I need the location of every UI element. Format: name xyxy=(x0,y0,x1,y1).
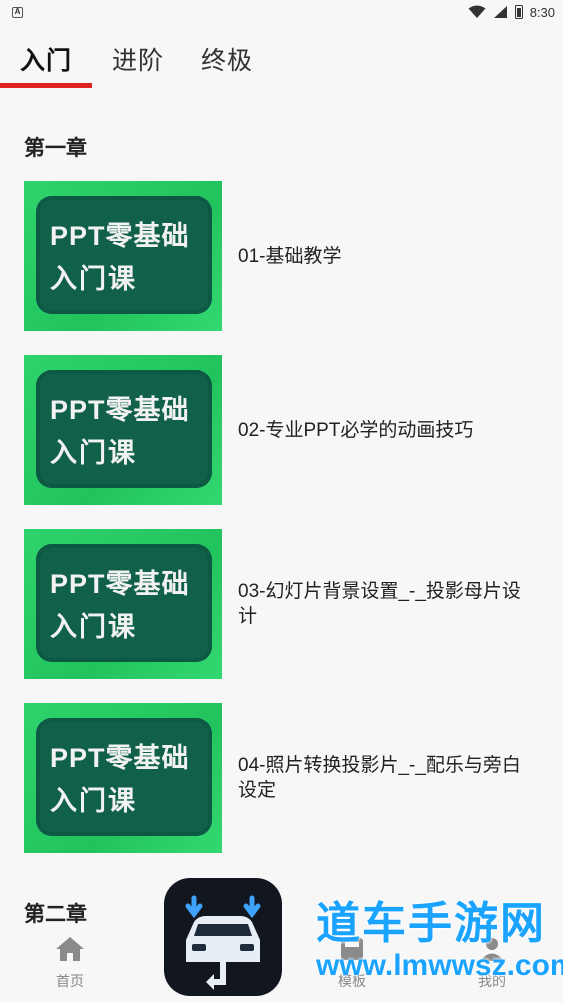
thumbnail-text: 入门课 xyxy=(50,264,137,294)
notification-icon: A xyxy=(12,6,23,18)
thumbnail-text: PPT零基础 xyxy=(50,395,190,425)
signal-icon xyxy=(493,6,507,18)
lesson-thumbnail: PPT零基础 入门课 xyxy=(24,181,222,331)
thumbnail-text: PPT零基础 xyxy=(50,221,190,251)
status-time: 8:30 xyxy=(529,4,555,20)
app-logo xyxy=(164,878,282,996)
chapter-title: 第二章 xyxy=(24,903,87,926)
wifi-icon xyxy=(468,5,486,18)
lesson-title: 02-专业PPT必学的动画技巧 xyxy=(238,419,474,441)
category-tabs: 入门 进阶 终极 xyxy=(0,30,563,88)
lesson-thumbnail: PPT零基础 入门课 xyxy=(24,529,222,679)
tab-intermediate[interactable]: 进阶 xyxy=(92,30,184,88)
thumbnail-text: 入门课 xyxy=(50,786,137,816)
lesson-title: 03-幻灯片背景设置_-_投影母片设计 xyxy=(238,581,521,627)
nav-home-label: 首页 xyxy=(56,973,84,989)
thumbnail-text: PPT零基础 xyxy=(50,569,190,599)
watermark: 道车手游网 www.lmwwsz.com xyxy=(316,900,563,992)
lesson-item[interactable]: PPT零基础 入门课 03-幻灯片背景设置_-_投影母片设计 xyxy=(24,529,544,679)
watermark-name: 道车手游网 xyxy=(316,899,546,948)
status-bar: A 8:30 xyxy=(0,0,563,24)
chapter-title: 第一章 xyxy=(24,137,87,160)
tab-advanced[interactable]: 终极 xyxy=(184,30,270,88)
thumbnail-text: 入门课 xyxy=(50,438,137,468)
lesson-title: 04-照片转换投影片_-_配乐与旁白设定 xyxy=(238,755,521,801)
course-list[interactable]: 第一章 PPT零基础 入门课 01-基础教学 PPT零基础 入门课 02-专业P… xyxy=(0,88,563,928)
nav-home[interactable]: 首页 xyxy=(30,936,110,991)
tab-beginner[interactable]: 入门 xyxy=(0,30,92,88)
status-icons: 8:30 xyxy=(468,5,555,20)
lesson-item[interactable]: PPT零基础 入门课 01-基础教学 xyxy=(24,181,544,331)
lesson-thumbnail: PPT零基础 入门课 xyxy=(24,703,222,853)
thumbnail-text: PPT零基础 xyxy=(50,743,190,773)
lesson-thumbnail: PPT零基础 入门课 xyxy=(24,355,222,505)
lesson-item[interactable]: PPT零基础 入门课 02-专业PPT必学的动画技巧 xyxy=(24,355,544,505)
lesson-title: 01-基础教学 xyxy=(238,245,342,267)
watermark-url: www.lmwwsz.com xyxy=(316,949,563,982)
thumbnail-text: 入门课 xyxy=(50,612,137,642)
car-icon xyxy=(185,895,261,990)
lesson-item[interactable]: PPT零基础 入门课 04-照片转换投影片_-_配乐与旁白设定 xyxy=(24,703,544,853)
home-icon xyxy=(56,937,84,961)
battery-icon xyxy=(514,5,523,19)
